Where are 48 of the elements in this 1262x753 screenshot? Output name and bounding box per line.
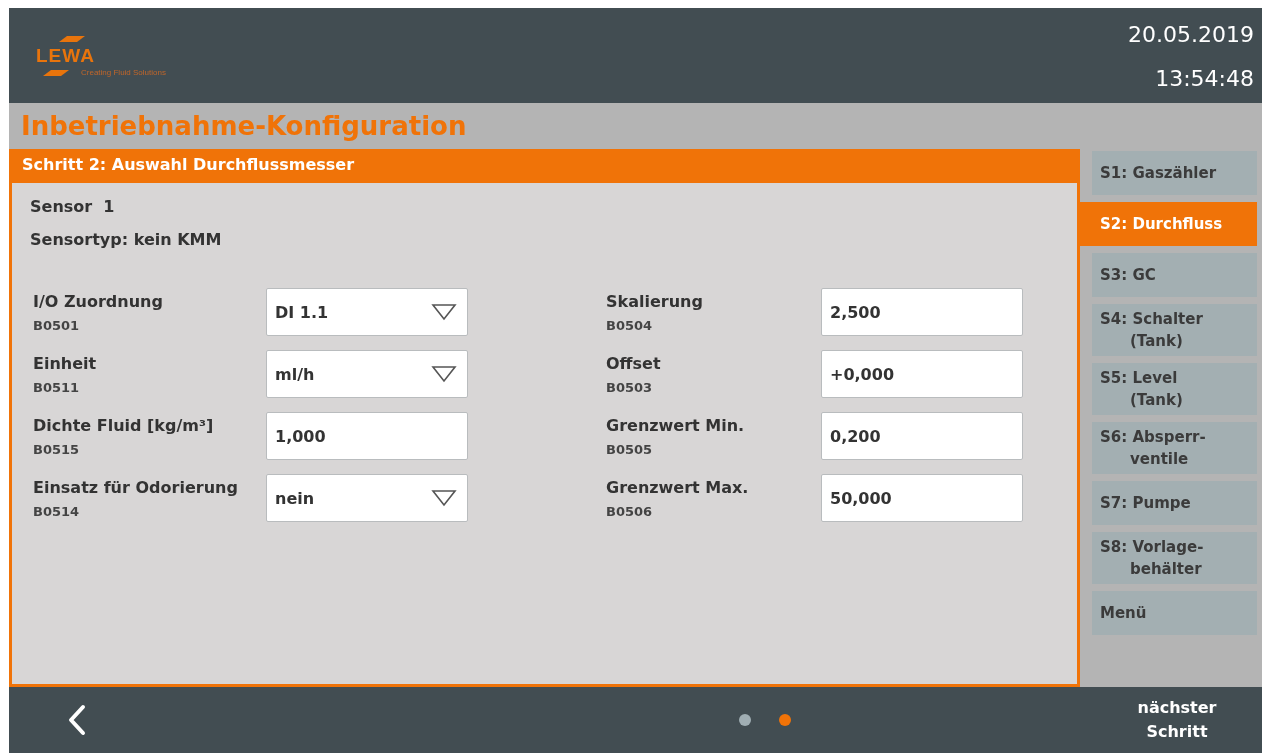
back-button[interactable] — [67, 704, 87, 736]
field-label: Offset — [606, 354, 661, 373]
page-title: Inbetriebnahme-Konfiguration — [21, 111, 467, 141]
step-tab[interactable]: S7: Pumpe — [1092, 481, 1257, 525]
parameter-code: B0501 — [33, 318, 80, 333]
chevron-left-icon — [67, 704, 87, 736]
dropdown[interactable]: DI 1.1 — [266, 288, 468, 336]
dropdown-triangle-icon — [431, 489, 457, 507]
field-label: Dichte Fluid [kg/m³] — [33, 416, 214, 435]
field-label: Grenzwert Max. — [606, 478, 749, 497]
parameter-code: B0504 — [606, 318, 653, 333]
step-tab[interactable]: S4: Schalter (Tank) — [1092, 304, 1257, 356]
logo-wordmark: LEWA — [36, 46, 95, 66]
date-text: 20.05.2019 — [1128, 21, 1254, 47]
parameter-code: B0505 — [606, 442, 653, 457]
parameter-code: B0506 — [606, 504, 653, 519]
field-label: Einheit — [33, 354, 97, 373]
field-label: Skalierung — [606, 292, 703, 311]
parameter-code: B0515 — [33, 442, 80, 457]
input-field[interactable]: 2,500 — [821, 288, 1023, 336]
field-label: I/O Zuordnung — [33, 292, 163, 311]
step-tab[interactable]: S6: Absperr-ventile — [1092, 422, 1257, 474]
dropdown-triangle-icon — [431, 365, 457, 383]
field-label: Einsatz für Odorierung — [33, 478, 238, 497]
input-field[interactable]: +0,000 — [821, 350, 1023, 398]
next-step-button[interactable]: nächster Schritt — [1102, 695, 1252, 745]
dropdown-triangle-icon — [431, 303, 457, 321]
field-label: Grenzwert Min. — [606, 416, 745, 435]
sensor-info-text: Sensor 1 — [30, 197, 116, 218]
step-tab[interactable]: S5: Level (Tank) — [1092, 363, 1257, 415]
logo-stripe-icon — [43, 70, 69, 76]
parameter-code: B0503 — [606, 380, 653, 395]
dropdown[interactable]: nein — [266, 474, 468, 522]
input-field[interactable]: 0,200 — [821, 412, 1023, 460]
sensor-info-text: Sensortyp: kein KMM — [30, 230, 223, 251]
step-tab[interactable]: Menü — [1092, 591, 1257, 635]
time-text: 13:54:48 — [1155, 66, 1254, 92]
input-field[interactable]: 1,000 — [266, 412, 468, 460]
dropdown[interactable]: ml/h — [266, 350, 468, 398]
step-tab[interactable]: S3: GC — [1092, 253, 1257, 297]
step-heading: Schritt 2: Auswahl Durchflussmesser — [12, 149, 1077, 183]
parameter-code: B0514 — [33, 504, 80, 519]
logo-stripe-icon — [59, 36, 85, 42]
step-tab[interactable]: S8: Vorlage-behälter — [1092, 532, 1257, 584]
parameter-code: B0511 — [33, 380, 80, 395]
logo-tagline: Creating Fluid Solutions — [81, 68, 166, 77]
step-tab[interactable]: S1: Gaszähler — [1092, 151, 1257, 195]
input-field[interactable]: 50,000 — [821, 474, 1023, 522]
